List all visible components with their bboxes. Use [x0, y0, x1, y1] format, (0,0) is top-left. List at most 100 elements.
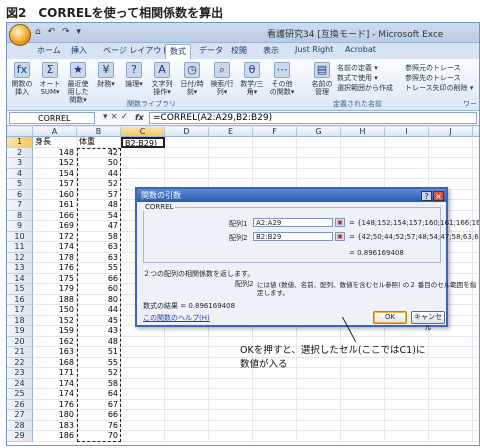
row-header[interactable]: 16 [7, 294, 33, 305]
cell[interactable]: 162 [33, 336, 77, 347]
tab-page-layout[interactable]: ページ レイアウト [103, 45, 169, 56]
row-header[interactable]: 3 [7, 158, 33, 169]
cell[interactable]: 66 [77, 410, 121, 421]
cell[interactable] [253, 431, 297, 442]
cell[interactable] [297, 168, 341, 179]
help-icon[interactable]: ? [421, 191, 432, 201]
cell[interactable] [473, 400, 479, 410]
cell[interactable] [297, 378, 341, 389]
cell[interactable]: 169 [33, 221, 77, 232]
cell[interactable] [121, 368, 165, 379]
logical-button[interactable]: ? 論理▾ [121, 62, 147, 88]
cell[interactable]: 54 [77, 210, 121, 221]
cell[interactable] [473, 137, 479, 148]
cell[interactable]: 44 [77, 168, 121, 179]
row-header[interactable]: 25 [7, 389, 33, 400]
autosum-button[interactable]: Σ オート SUM▾ [37, 62, 63, 96]
quick-access-toolbar[interactable]: ⌂ ↶ ↷ ▾ [35, 27, 83, 37]
cell[interactable] [473, 295, 479, 305]
cell[interactable]: 154 [33, 168, 77, 179]
tab-insert[interactable]: 挿入 [71, 45, 87, 56]
ok-button[interactable]: OK [373, 311, 407, 324]
cell[interactable] [121, 168, 165, 179]
cell[interactable] [429, 410, 473, 421]
cell[interactable]: 55 [77, 357, 121, 368]
cell[interactable]: 176 [33, 399, 77, 410]
column-header-c[interactable]: C [121, 127, 165, 137]
column-header-j[interactable]: J [429, 127, 473, 137]
cell[interactable]: 47 [77, 221, 121, 232]
tab-view[interactable]: 表示 [263, 45, 279, 56]
cell[interactable] [473, 410, 479, 421]
cell[interactable] [165, 137, 209, 148]
cell[interactable] [385, 420, 429, 431]
cell[interactable]: 63 [77, 242, 121, 253]
cell[interactable] [385, 410, 429, 421]
row-header[interactable]: 11 [7, 242, 33, 253]
cell[interactable] [165, 399, 209, 410]
cell[interactable] [473, 431, 479, 442]
cell[interactable] [297, 147, 341, 158]
cell[interactable] [297, 410, 341, 421]
row-header[interactable]: 7 [7, 200, 33, 211]
cell[interactable]: 150 [33, 305, 77, 316]
row-header[interactable]: 18 [7, 315, 33, 326]
cell[interactable] [385, 168, 429, 179]
tab-just-right[interactable]: Just Right [295, 45, 333, 54]
cell[interactable]: 52 [77, 179, 121, 190]
column-header-d[interactable]: D [165, 127, 209, 137]
cell[interactable] [473, 326, 479, 337]
date-time-button[interactable]: ◷ 日付/時刻▾ [179, 62, 205, 96]
cell[interactable] [473, 190, 479, 200]
recent-functions-button[interactable]: ★ 最近使用した関数▾ [65, 62, 91, 104]
cell[interactable]: 178 [33, 252, 77, 263]
function-help-link[interactable]: この関数のヘルプ(H) [143, 313, 210, 323]
column-header-b[interactable]: B [77, 127, 121, 137]
cell[interactable] [165, 336, 209, 347]
cell[interactable] [473, 179, 479, 190]
cell[interactable] [121, 326, 165, 337]
row-header[interactable]: 21 [7, 347, 33, 358]
cell[interactable]: 174 [33, 389, 77, 400]
cell[interactable] [473, 263, 479, 274]
cell[interactable] [473, 337, 479, 347]
formula-bar-icons[interactable]: ▾ × ✓ [103, 112, 128, 122]
cell[interactable]: 152 [33, 158, 77, 169]
row-header[interactable]: 14 [7, 273, 33, 284]
cell[interactable] [473, 379, 479, 389]
cell[interactable] [209, 168, 253, 179]
cell[interactable]: 52 [77, 368, 121, 379]
cell[interactable] [121, 420, 165, 431]
select-all-corner[interactable] [7, 127, 33, 137]
more-functions-button[interactable]: ⋯ その他の関数▾ [269, 62, 295, 96]
tab-data[interactable]: データ [199, 45, 223, 56]
row-header[interactable]: 8 [7, 210, 33, 221]
collapse-dialog-icon[interactable]: ▣ [335, 232, 345, 241]
row-header[interactable]: 9 [7, 221, 33, 232]
cell[interactable] [473, 358, 479, 368]
office-button-icon[interactable] [9, 24, 31, 46]
cell[interactable] [253, 378, 297, 389]
cell[interactable] [165, 326, 209, 337]
cell[interactable] [473, 389, 479, 400]
cell[interactable] [473, 368, 479, 379]
cell[interactable] [341, 389, 385, 400]
cell[interactable] [429, 357, 473, 368]
cell[interactable] [429, 389, 473, 400]
create-from-selection-button[interactable]: 選択範囲から作成 [337, 83, 393, 93]
math-trig-button[interactable]: θ 数学/三角▾ [239, 62, 265, 96]
cell[interactable] [473, 169, 479, 179]
cell[interactable] [429, 326, 473, 337]
cell[interactable]: 76 [77, 420, 121, 431]
cell[interactable] [473, 200, 479, 211]
name-box[interactable]: CORREL [9, 112, 95, 124]
cell[interactable] [165, 368, 209, 379]
row-header[interactable]: 26 [7, 399, 33, 410]
fx-icon[interactable]: fx [135, 113, 144, 122]
cell[interactable] [297, 420, 341, 431]
cell[interactable]: 160 [33, 189, 77, 200]
cell[interactable] [165, 410, 209, 421]
financial-button[interactable]: ¥ 財務▾ [93, 62, 119, 88]
cell[interactable] [165, 357, 209, 368]
cell[interactable]: 48 [77, 200, 121, 211]
